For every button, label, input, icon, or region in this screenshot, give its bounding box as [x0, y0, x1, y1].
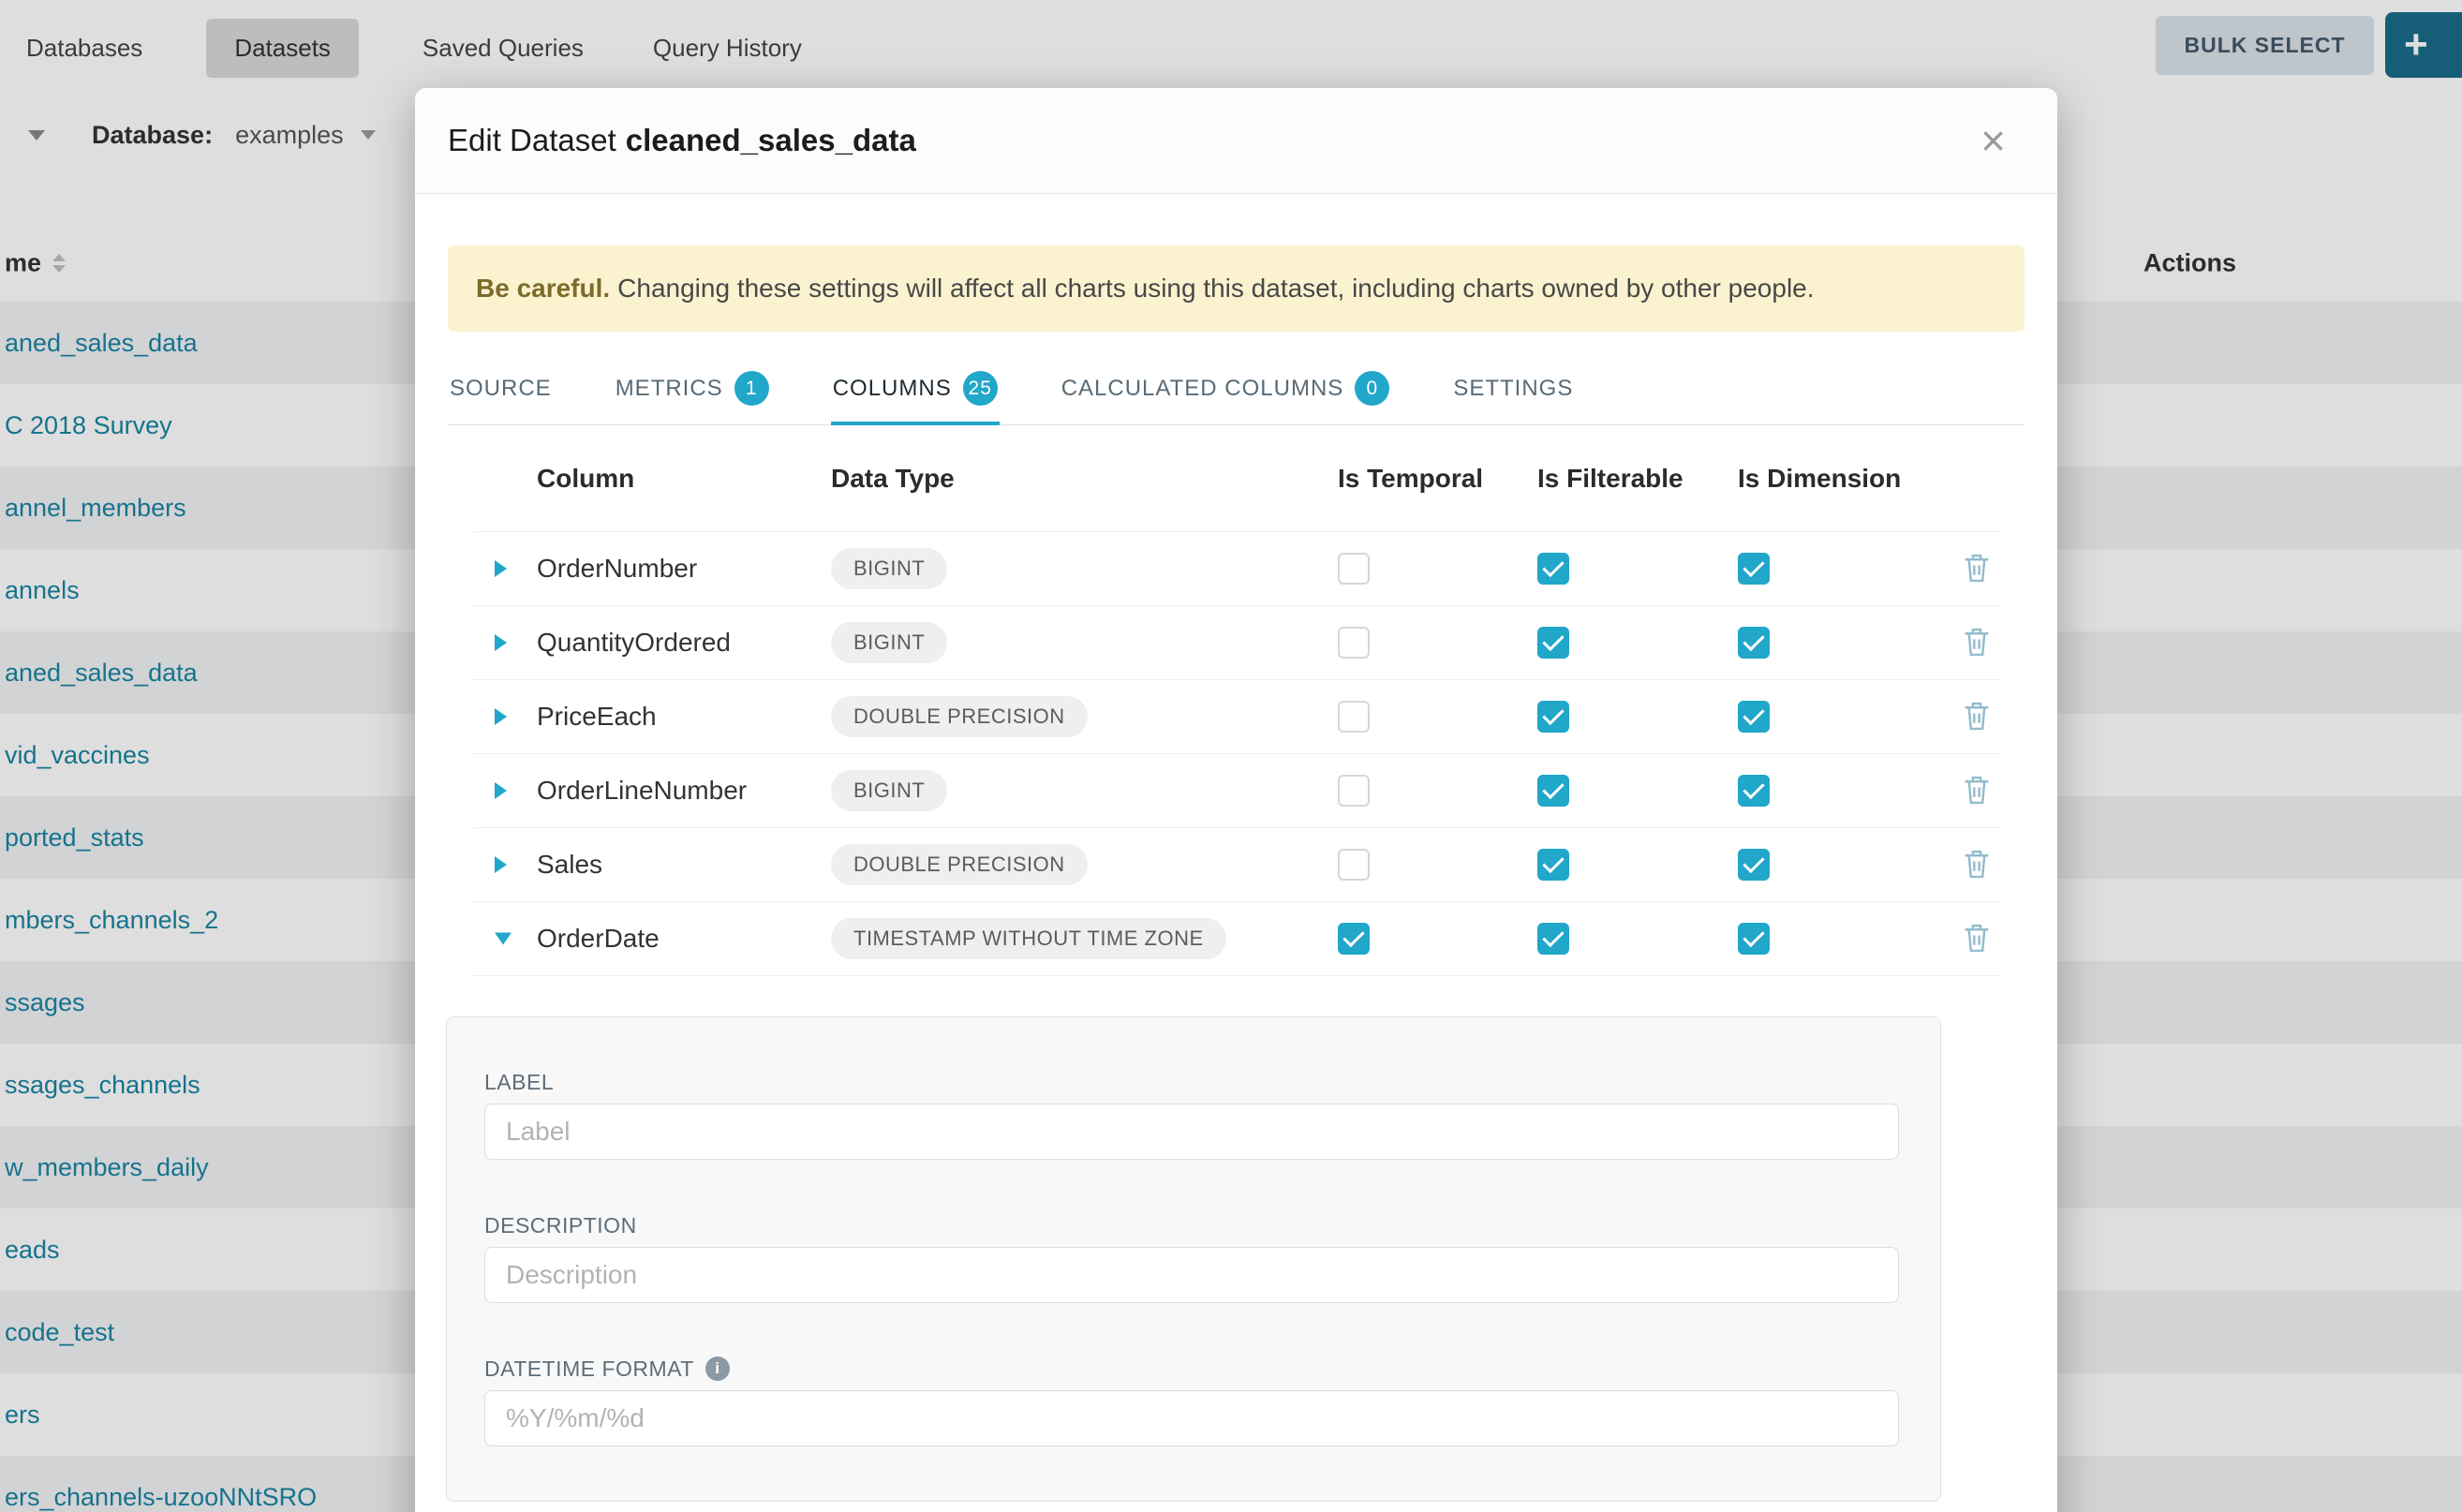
tab-settings[interactable]: SETTINGS	[1451, 354, 1575, 424]
data-type-pill: BIGINT	[831, 770, 947, 811]
column-name: Sales	[537, 850, 602, 880]
label-field: LABEL	[484, 1070, 1940, 1160]
is-dimension-checkbox[interactable]	[1738, 627, 1770, 659]
tab-columns[interactable]: COLUMNS 25	[831, 354, 1000, 424]
column-name: OrderLineNumber	[537, 776, 747, 806]
is-dimension-checkbox[interactable]	[1738, 849, 1770, 881]
collapse-caret-icon[interactable]	[495, 933, 512, 945]
is-temporal-checkbox[interactable]	[1338, 923, 1370, 955]
trash-icon	[1963, 552, 1991, 583]
datetime-format-input[interactable]	[484, 1390, 1899, 1446]
is-filterable-checkbox[interactable]	[1537, 627, 1569, 659]
description-input[interactable]	[484, 1247, 1899, 1303]
close-icon[interactable]: ×	[1980, 119, 2006, 162]
app-window: Databases Datasets Saved Queries Query H…	[0, 0, 2462, 1512]
delete-column-button[interactable]	[1963, 848, 1991, 882]
delete-column-button[interactable]	[1963, 626, 1991, 660]
trash-icon	[1963, 774, 1991, 805]
trash-icon	[1963, 922, 1991, 953]
tab-bar: SOURCE METRICS 1 COLUMNS 25 CALCULATED C…	[448, 354, 2024, 425]
is-filterable-checkbox[interactable]	[1537, 553, 1569, 585]
columns-table-header: Column Data Type Is Temporal Is Filterab…	[474, 425, 1999, 532]
is-filterable-checkbox[interactable]	[1537, 923, 1569, 955]
is-filterable-checkbox[interactable]	[1537, 775, 1569, 807]
delete-column-button[interactable]	[1963, 922, 1991, 956]
data-type-pill: TIMESTAMP WITHOUT TIME ZONE	[831, 918, 1226, 959]
modal-body: Be careful. Changing these settings will…	[415, 245, 2057, 1502]
tab-calculated-columns[interactable]: CALCULATED COLUMNS 0	[1060, 354, 1392, 424]
columns-table: Column Data Type Is Temporal Is Filterab…	[474, 425, 1999, 976]
expand-caret-icon[interactable]	[495, 782, 507, 799]
column-header: Data Type	[831, 464, 955, 494]
column-row: PriceEach DOUBLE PRECISION	[474, 680, 1999, 754]
tab-metrics[interactable]: METRICS 1	[614, 354, 771, 424]
trash-icon	[1963, 626, 1991, 657]
delete-column-button[interactable]	[1963, 700, 1991, 734]
description-field-label: DESCRIPTION	[484, 1213, 1940, 1238]
is-dimension-checkbox[interactable]	[1738, 701, 1770, 733]
is-temporal-checkbox[interactable]	[1338, 553, 1370, 585]
column-header: Is Filterable	[1537, 464, 1683, 494]
is-dimension-checkbox[interactable]	[1738, 775, 1770, 807]
delete-column-button[interactable]	[1963, 774, 1991, 808]
data-type-pill: BIGINT	[831, 622, 947, 663]
column-detail-editor: LABEL DESCRIPTION DATETIME FORMAT i	[446, 1016, 1941, 1502]
column-row-expanded: OrderDate TIMESTAMP WITHOUT TIME ZONE	[474, 902, 1999, 976]
expand-caret-icon[interactable]	[495, 708, 507, 725]
data-type-pill: DOUBLE PRECISION	[831, 844, 1088, 885]
edit-dataset-modal: Edit Dataset cleaned_sales_data × Be car…	[415, 88, 2057, 1512]
column-header: Is Temporal	[1338, 464, 1483, 494]
is-filterable-checkbox[interactable]	[1537, 849, 1569, 881]
tab-label: METRICS	[616, 376, 723, 402]
tab-label: COLUMNS	[833, 376, 952, 402]
modal-title-dataset-name: cleaned_sales_data	[626, 123, 916, 158]
warning-banner: Be careful. Changing these settings will…	[448, 245, 2024, 332]
warning-bold-text: Be careful.	[476, 274, 610, 304]
tab-source[interactable]: SOURCE	[448, 354, 554, 424]
label-field-label: LABEL	[484, 1070, 1940, 1094]
is-filterable-checkbox[interactable]	[1537, 701, 1569, 733]
is-temporal-checkbox[interactable]	[1338, 775, 1370, 807]
column-name: PriceEach	[537, 702, 657, 732]
is-temporal-checkbox[interactable]	[1338, 701, 1370, 733]
tab-count-badge: 0	[1355, 371, 1389, 406]
column-row: OrderLineNumber BIGINT	[474, 754, 1999, 828]
tab-count-badge: 25	[963, 371, 998, 406]
data-type-pill: DOUBLE PRECISION	[831, 696, 1088, 737]
trash-icon	[1963, 848, 1991, 879]
info-icon[interactable]: i	[705, 1356, 730, 1381]
column-row: QuantityOrdered BIGINT	[474, 606, 1999, 680]
datetime-format-field: DATETIME FORMAT i	[484, 1356, 1940, 1446]
modal-title: Edit Dataset	[448, 123, 616, 158]
is-dimension-checkbox[interactable]	[1738, 553, 1770, 585]
is-dimension-checkbox[interactable]	[1738, 923, 1770, 955]
label-input[interactable]	[484, 1104, 1899, 1160]
tab-count-badge: 1	[734, 371, 769, 406]
column-row: Sales DOUBLE PRECISION	[474, 828, 1999, 902]
tab-label: SOURCE	[450, 376, 552, 402]
datetime-format-label-text: DATETIME FORMAT	[484, 1356, 694, 1381]
column-name: OrderDate	[537, 924, 660, 954]
column-name: QuantityOrdered	[537, 628, 731, 658]
column-header: Column	[537, 464, 634, 494]
expand-caret-icon[interactable]	[495, 856, 507, 873]
warning-text: Changing these settings will affect all …	[617, 274, 1814, 304]
column-header: Is Dimension	[1738, 464, 1901, 494]
tab-label: SETTINGS	[1453, 376, 1573, 402]
is-temporal-checkbox[interactable]	[1338, 627, 1370, 659]
data-type-pill: BIGINT	[831, 548, 947, 589]
column-name: OrderNumber	[537, 554, 697, 584]
description-field: DESCRIPTION	[484, 1213, 1940, 1303]
tab-label: CALCULATED COLUMNS	[1061, 376, 1344, 402]
trash-icon	[1963, 700, 1991, 731]
delete-column-button[interactable]	[1963, 552, 1991, 586]
expand-caret-icon[interactable]	[495, 634, 507, 651]
modal-header: Edit Dataset cleaned_sales_data ×	[415, 88, 2057, 194]
is-temporal-checkbox[interactable]	[1338, 849, 1370, 881]
datetime-format-field-label: DATETIME FORMAT i	[484, 1356, 1940, 1381]
expand-caret-icon[interactable]	[495, 560, 507, 577]
column-row: OrderNumber BIGINT	[474, 532, 1999, 606]
